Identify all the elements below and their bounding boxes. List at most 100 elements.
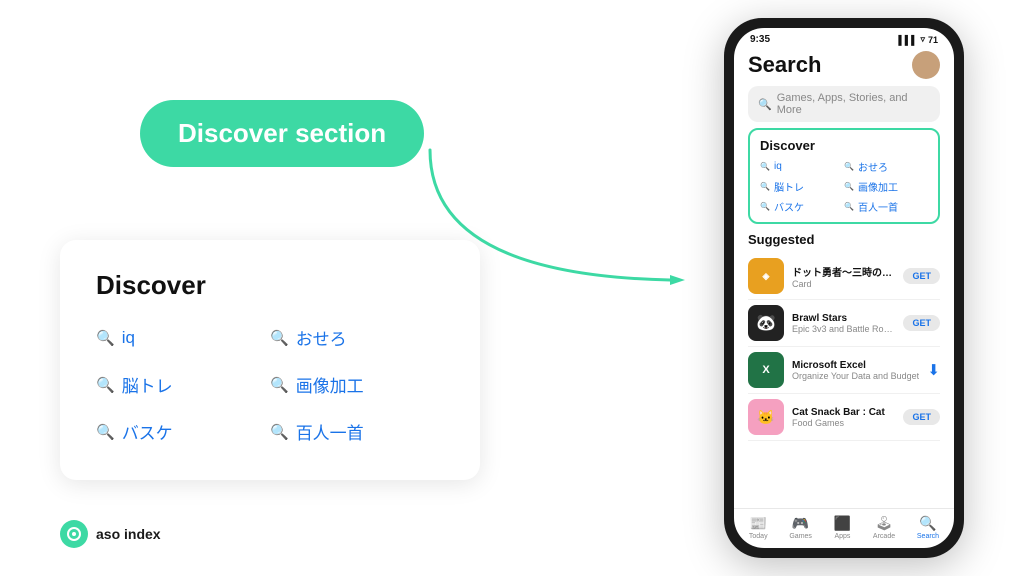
phone-discover-item-baske[interactable]: 🔍 バスケ: [760, 199, 844, 214]
get-button-3[interactable]: GET: [903, 409, 940, 425]
app-sub-1: Epic 3v3 and Battle Royale: [792, 324, 895, 334]
app-info-0: ドット勇者〜三時のおや… Card: [792, 264, 895, 289]
search-icon: 🔍: [96, 329, 115, 347]
app-name-0: ドット勇者〜三時のおや…: [792, 264, 895, 279]
phone-header: Search 🔍 Games, Apps, Stories, and More: [734, 47, 954, 128]
nav-item-search[interactable]: 🔍 Search: [917, 515, 939, 540]
search-icon: 🔍: [844, 202, 854, 211]
phone-discover-label: バスケ: [774, 199, 804, 214]
arcade-icon: 🕹: [875, 515, 893, 532]
phone-discover-item-osero[interactable]: 🔍 おせろ: [844, 159, 928, 174]
status-time: 9:35: [750, 34, 770, 45]
discover-item-baske[interactable]: 🔍 バスケ: [96, 419, 270, 444]
avatar[interactable]: [912, 51, 940, 79]
nav-item-games[interactable]: 🎮 Games: [789, 515, 812, 540]
app-icon-3: 🐱: [748, 399, 784, 435]
get-button-1[interactable]: GET: [903, 315, 940, 331]
discover-grid: 🔍 iq 🔍 おせろ 🔍 脳トレ 🔍 画像加工 🔍 バスケ 🔍 百人一首: [96, 325, 444, 444]
app-name-1: Brawl Stars: [792, 313, 895, 324]
today-icon: 📰: [750, 515, 767, 532]
phone-search-bar[interactable]: 🔍 Games, Apps, Stories, and More: [748, 86, 940, 122]
search-icon: 🔍: [96, 376, 115, 394]
app-icon-2: X: [748, 352, 784, 388]
phone-discover-grid: 🔍 iq 🔍 おせろ 🔍 脳トレ 🔍 画像加工: [760, 159, 928, 214]
discover-item-label: バスケ: [122, 419, 173, 444]
discover-item-iq[interactable]: 🔍 iq: [96, 325, 270, 350]
search-icon: 🔍: [758, 98, 772, 111]
aso-logo-icon: [66, 526, 82, 542]
phone-discover-item-iq[interactable]: 🔍 iq: [760, 159, 844, 174]
phone-suggested-section: Suggested ◈ ドット勇者〜三時のおや… Card GET 🐼 Braw…: [734, 224, 954, 508]
app-sub-2: Organize Your Data and Budget: [792, 371, 919, 381]
app-info-3: Cat Snack Bar : Cat Food Games: [792, 407, 895, 428]
phone-discover-item-gazou[interactable]: 🔍 画像加工: [844, 179, 928, 194]
cloud-download-icon[interactable]: ⬇: [927, 361, 940, 379]
search-icon: 🔍: [844, 162, 854, 171]
suggested-item-3[interactable]: 🐱 Cat Snack Bar : Cat Food Games GET: [748, 394, 940, 441]
search-icon: 🔍: [270, 423, 289, 441]
app-icon-1: 🐼: [748, 305, 784, 341]
discover-item-label: おせろ: [296, 325, 347, 350]
suggested-title: Suggested: [748, 232, 940, 247]
discover-item-label: 百人一首: [296, 419, 364, 444]
app-icon-0: ◈: [748, 258, 784, 294]
signal-icon: ▌▌▌: [898, 35, 917, 45]
app-sub-3: Food Games: [792, 418, 895, 428]
phone-discover-item-hyakunin[interactable]: 🔍 百人一首: [844, 199, 928, 214]
phone-discover-label: iq: [774, 161, 782, 172]
games-icon: 🎮: [792, 515, 809, 532]
search-icon: 🔍: [270, 329, 289, 347]
suggested-item-1[interactable]: 🐼 Brawl Stars Epic 3v3 and Battle Royale…: [748, 300, 940, 347]
nav-label-search: Search: [917, 533, 939, 540]
discover-item-hyakunin[interactable]: 🔍 百人一首: [270, 419, 444, 444]
app-sub-0: Card: [792, 279, 895, 289]
aso-logo: aso index: [60, 520, 161, 548]
search-icon: 🔍: [844, 182, 854, 191]
search-icon: 🔍: [270, 376, 289, 394]
discover-item-label: 脳トレ: [122, 372, 173, 397]
battery-indicator: 71: [928, 35, 938, 45]
app-info-1: Brawl Stars Epic 3v3 and Battle Royale: [792, 313, 895, 334]
status-bar: 9:35 ▌▌▌ ▿ 71: [734, 28, 954, 47]
aso-logo-text: aso index: [96, 526, 161, 542]
phone-discover-item-notore[interactable]: 🔍 脳トレ: [760, 179, 844, 194]
nav-label-games: Games: [789, 533, 812, 540]
phone-discover-section: Discover 🔍 iq 🔍 おせろ 🔍 脳トレ �: [748, 128, 940, 224]
search-icon: 🔍: [760, 182, 770, 191]
phone-search-title: Search: [748, 52, 821, 78]
discover-section-label: Discover section: [140, 100, 424, 167]
discover-card-title: Discover: [96, 270, 444, 301]
phone-screen: 9:35 ▌▌▌ ▿ 71 Search 🔍 Games, Apps, Stor…: [734, 28, 954, 548]
discover-item-gazou[interactable]: 🔍 画像加工: [270, 372, 444, 397]
search-nav-icon: 🔍: [919, 515, 936, 532]
nav-item-apps[interactable]: ⬛ Apps: [834, 515, 851, 540]
search-icon: 🔍: [760, 162, 770, 171]
apps-icon: ⬛: [834, 515, 851, 532]
connector-arrow: [400, 95, 700, 355]
app-name-2: Microsoft Excel: [792, 360, 919, 371]
phone-mockup: 9:35 ▌▌▌ ▿ 71 Search 🔍 Games, Apps, Stor…: [724, 18, 964, 558]
phone-discover-label: おせろ: [858, 159, 888, 174]
wifi-icon: ▿: [920, 34, 925, 45]
phone-discover-label: 画像加工: [858, 179, 898, 194]
app-info-2: Microsoft Excel Organize Your Data and B…: [792, 360, 919, 381]
app-name-3: Cat Snack Bar : Cat: [792, 407, 895, 418]
aso-logo-bubble: [60, 520, 88, 548]
phone-discover-label: 百人一首: [858, 199, 898, 214]
nav-label-today: Today: [749, 533, 768, 540]
nav-label-apps: Apps: [834, 533, 850, 540]
discover-item-notore[interactable]: 🔍 脳トレ: [96, 372, 270, 397]
suggested-item-2[interactable]: X Microsoft Excel Organize Your Data and…: [748, 347, 940, 394]
nav-item-arcade[interactable]: 🕹 Arcade: [873, 515, 895, 540]
discover-item-label: iq: [122, 328, 135, 348]
nav-label-arcade: Arcade: [873, 533, 895, 540]
phone-title-row: Search: [748, 51, 940, 79]
suggested-item-0[interactable]: ◈ ドット勇者〜三時のおや… Card GET: [748, 253, 940, 300]
phone-outer: 9:35 ▌▌▌ ▿ 71 Search 🔍 Games, Apps, Stor…: [724, 18, 964, 558]
phone-bottom-nav: 📰 Today 🎮 Games ⬛ Apps 🕹 Arcade 🔍: [734, 508, 954, 548]
nav-item-today[interactable]: 📰 Today: [749, 515, 768, 540]
phone-discover-title: Discover: [760, 138, 928, 153]
discover-item-label: 画像加工: [296, 372, 364, 397]
search-icon: 🔍: [760, 202, 770, 211]
get-button-0[interactable]: GET: [903, 268, 940, 284]
